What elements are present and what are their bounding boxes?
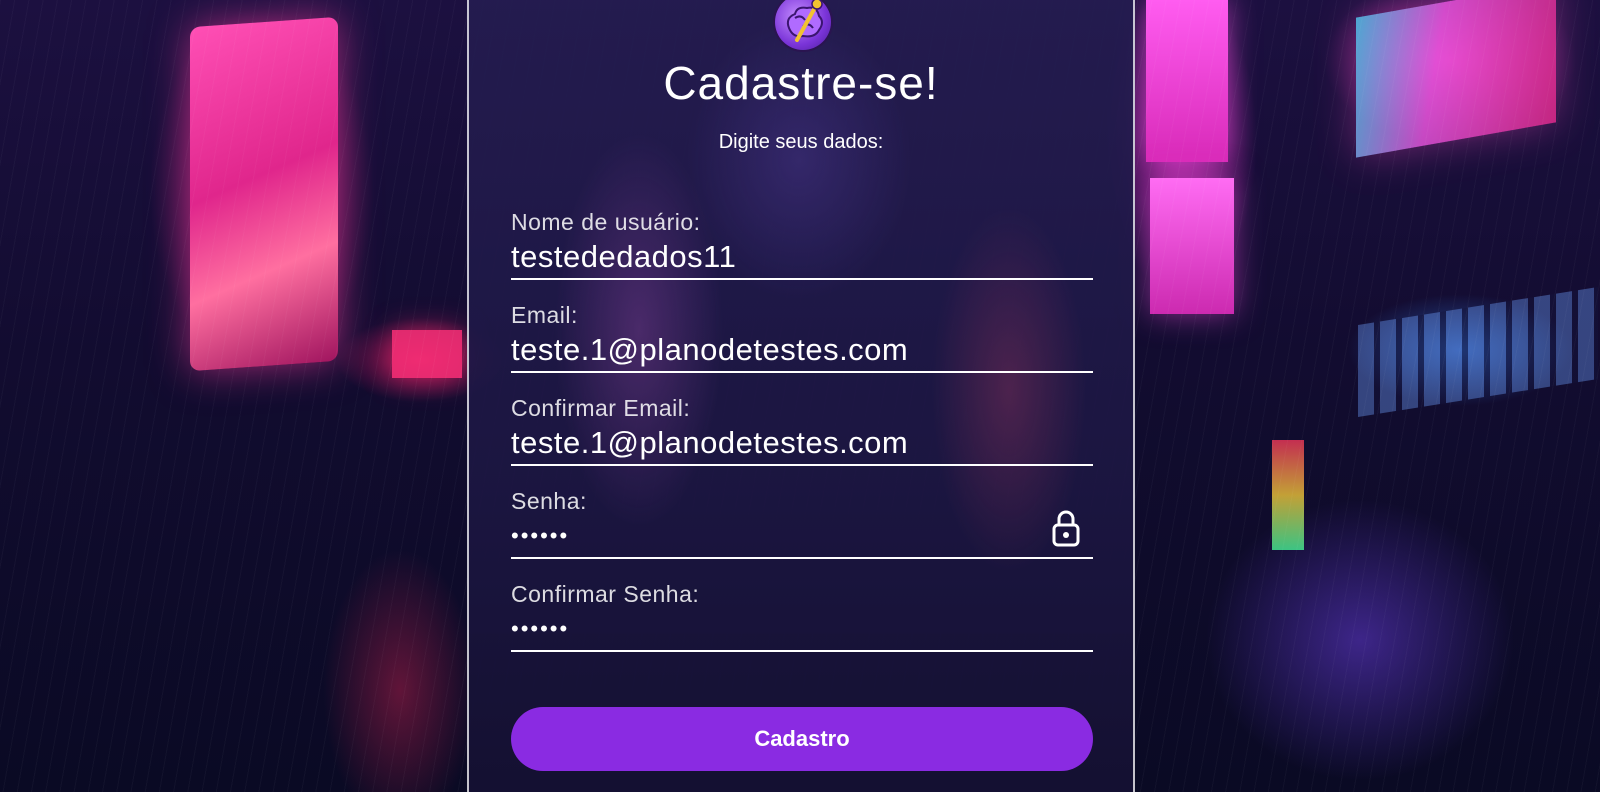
email-field[interactable]: Email: teste.1@planodetestes.com [511,302,1093,373]
signup-button[interactable]: Cadastro [511,707,1093,771]
password-field[interactable]: Senha: •••••• [511,488,1093,559]
email-input[interactable]: teste.1@planodetestes.com [511,331,1093,371]
email-label: Email: [511,302,578,328]
page-title: Cadastre-se! [663,57,939,109]
password-input[interactable]: •••••• [511,517,1093,557]
brain-logo-icon [775,0,831,50]
username-label: Nome de usuário: [511,209,701,235]
page-subtitle: Digite seus dados: [718,131,884,153]
confirm-password-input[interactable]: •••••• [511,610,1093,650]
confirm-email-label: Confirmar Email: [511,395,691,421]
password-label: Senha: [511,488,587,514]
confirm-password-label: Confirmar Senha: [511,581,700,607]
username-field[interactable]: Nome de usuário: testededados11 [511,209,1093,280]
lock-icon[interactable] [1051,509,1081,547]
confirm-email-input[interactable]: teste.1@planodetestes.com [511,424,1093,464]
confirm-password-field[interactable]: Confirmar Senha: •••••• [511,581,1093,652]
confirm-email-field[interactable]: Confirmar Email: teste.1@planodetestes.c… [511,395,1093,466]
signup-panel: Cadastre-se! Digite seus dados: Nome de … [467,0,1135,792]
username-input[interactable]: testededados11 [511,238,1093,278]
